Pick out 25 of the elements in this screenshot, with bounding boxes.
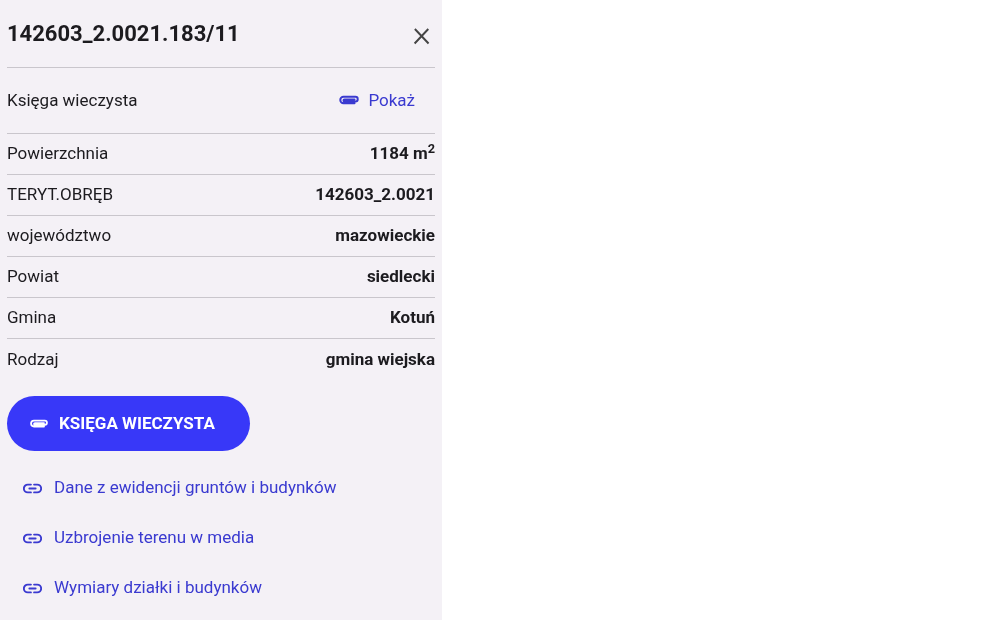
row-label: Rodzaj	[7, 347, 59, 371]
link-icon	[23, 532, 42, 544]
resource-link[interactable]: Wymiary działki i budynków	[7, 563, 435, 613]
close-button[interactable]: ×	[412, 15, 431, 52]
row-label: Powierzchnia	[7, 142, 109, 166]
row-value: 1184 m$^{2}$	[369, 141, 435, 166]
row-label: Księga wieczysta	[7, 88, 138, 112]
row-value: siedlecki	[366, 265, 435, 289]
row-label: Powiat	[7, 265, 60, 289]
panel-title: 142603_2.0021.183/11	[7, 20, 240, 48]
resource-link[interactable]: Dane z ewidencji gruntów i budynków	[7, 463, 435, 513]
paperclip-icon	[29, 417, 49, 430]
row-value: mazowieckie	[335, 224, 435, 248]
land-register-button[interactable]: KSIĘGA WIECZYSTA	[7, 396, 250, 451]
row-label: województwo	[7, 224, 112, 248]
show-link[interactable]: Pokaż	[338, 87, 415, 114]
link-icon	[23, 582, 42, 594]
link-icon	[23, 482, 42, 494]
paperclip-icon	[338, 94, 361, 107]
row-label: Gmina	[7, 306, 57, 330]
row-label: TERYT.OBRĘB	[7, 183, 114, 207]
row-value: gmina wiejska	[325, 347, 435, 371]
row-value: Kotuń	[390, 306, 435, 330]
resource-link[interactable]: Uzbrojenie terenu w media	[7, 513, 435, 563]
row-value: 142603_2.0021	[315, 183, 435, 207]
